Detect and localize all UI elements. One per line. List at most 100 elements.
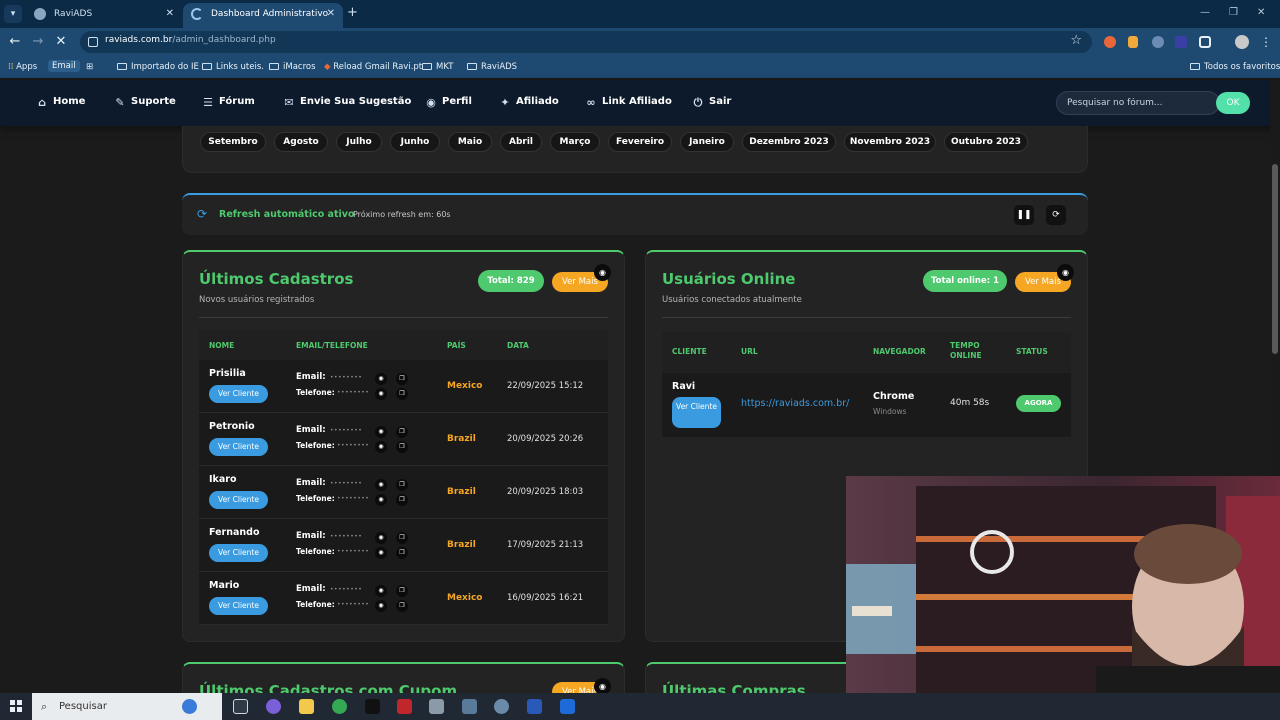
eye-icon[interactable]: ◉ [375,600,387,612]
stop-loading-icon[interactable]: ✕ [53,34,69,50]
month-pill[interactable]: Novembro 2023 [844,132,936,152]
copilot-icon[interactable] [266,699,281,714]
bookmark-reload-gmail[interactable]: ◆ Reload Gmail Ravi.pt [324,62,422,72]
nav-suporte[interactable]: ✎ Suporte [114,96,175,109]
bookmark-star-icon[interactable]: ☆ [1070,33,1082,48]
extension-globe-icon[interactable] [1152,36,1164,48]
month-pill[interactable]: Agosto [274,132,328,152]
capcut-icon[interactable] [365,699,380,714]
month-pill[interactable]: Janeiro [680,132,734,152]
nav-link-afiliado[interactable]: ∞ Link Afiliado [585,96,671,109]
scrollbar-thumb[interactable] [1272,164,1278,354]
extensions-puzzle-icon[interactable] [1199,36,1211,48]
nav-sugestao[interactable]: ✉ Envie Sua Sugestão [283,96,411,109]
tab-dashboard[interactable]: Dashboard Administrativo ✕ [183,3,343,28]
all-bookmarks[interactable]: Todos os favoritos [1190,62,1280,72]
bookmark-folder-imacros[interactable]: iMacros [269,62,316,72]
forum-search-input[interactable] [1056,91,1220,115]
eye-icon[interactable]: ◉ [1057,264,1074,281]
view-client-button[interactable]: Ver Cliente [209,385,268,403]
chrome-icon[interactable] [332,699,347,714]
eye-icon[interactable]: ◉ [375,388,387,400]
eye-icon[interactable]: ◉ [375,479,387,491]
copy-icon[interactable]: ❐ [396,547,408,559]
close-tab-icon[interactable]: ✕ [166,3,174,25]
view-client-button[interactable]: Ver Cliente [209,597,268,615]
close-tab-icon[interactable]: ✕ [327,3,335,25]
copy-icon[interactable]: ❐ [396,373,408,385]
view-client-button[interactable]: Ver Cliente [209,438,268,456]
browser-menu-icon[interactable]: ⋮ [1258,34,1274,50]
copy-icon[interactable]: ❐ [396,479,408,491]
app-icon[interactable] [429,699,444,714]
eye-icon[interactable]: ◉ [375,426,387,438]
month-pill[interactable]: Junho [390,132,440,152]
filezilla-icon[interactable] [397,699,412,714]
eye-icon[interactable]: ◉ [375,532,387,544]
app-blue-icon[interactable] [560,699,575,714]
file-explorer-icon[interactable] [299,699,314,714]
copy-icon[interactable]: ❐ [396,585,408,597]
copy-icon[interactable]: ❐ [396,426,408,438]
nav-forum[interactable]: ☰ Fórum [202,96,255,109]
copy-icon[interactable]: ❐ [396,600,408,612]
month-pill[interactable]: Dezembro 2023 [742,132,836,152]
forward-icon[interactable]: → [30,34,46,50]
bookmark-folder-mkt[interactable]: MKT [422,62,453,72]
bookmark-email[interactable]: Email [48,60,80,72]
minimize-icon[interactable]: — [1200,7,1210,18]
tab-search-icon[interactable]: ▾ [4,5,22,23]
bookmark-grid-icon[interactable]: ⊞ [86,62,93,72]
month-pill[interactable]: Outubro 2023 [944,132,1028,152]
view-client-button[interactable]: Ver Cliente [209,491,268,509]
refresh-now-button[interactable]: ⟳ [1046,205,1066,225]
windows-start-icon[interactable] [10,700,22,712]
tab-raviads[interactable]: RaviADS ✕ [26,3,182,28]
app-x-icon[interactable] [527,699,542,714]
extension-pen-icon[interactable] [1128,36,1138,48]
back-icon[interactable]: ← [7,34,23,50]
eye-icon[interactable]: ◉ [375,494,387,506]
widget-globe-icon[interactable] [182,699,197,714]
eye-icon[interactable]: ◉ [375,373,387,385]
nav-afiliado[interactable]: ✦ Afiliado [499,96,558,109]
client-url-link[interactable]: https://raviads.com.br/ [741,398,849,409]
new-tab-icon[interactable]: + [347,5,361,21]
extension-icon[interactable] [1104,36,1116,48]
pause-button[interactable]: ❚❚ [1014,205,1034,225]
window-close-icon[interactable]: ✕ [1257,7,1265,18]
client-name: Mario [209,580,240,591]
month-pill[interactable]: Fevereiro [608,132,672,152]
restore-icon[interactable]: ❐ [1229,7,1238,18]
month-pill[interactable]: Abril [500,132,542,152]
month-pill[interactable]: Julho [336,132,382,152]
copy-icon[interactable]: ❐ [396,532,408,544]
shield-icon[interactable] [494,699,509,714]
bookmark-apps[interactable]: ⁞⁞ Apps [8,62,37,72]
nav-home[interactable]: ⌂ Home [36,96,85,109]
copy-icon[interactable]: ❐ [396,494,408,506]
eye-icon[interactable]: ◉ [375,585,387,597]
address-bar[interactable]: raviads.com.br/admin_dashboard.php ☆ [80,31,1092,53]
month-pill[interactable]: Maio [448,132,492,152]
extension-pt-icon[interactable] [1175,36,1187,48]
calculator-icon[interactable] [462,699,477,714]
bookmark-folder-raviads[interactable]: RaviADS [467,62,517,72]
site-info-icon[interactable] [88,37,98,47]
bookmark-folder-importado[interactable]: Importado do IE [117,62,199,72]
month-pill[interactable]: Setembro [200,132,266,152]
nav-perfil[interactable]: ◉ Perfil [425,96,472,109]
forum-search-button[interactable]: OK [1216,92,1250,114]
view-client-button[interactable]: Ver Cliente [672,397,721,428]
copy-icon[interactable]: ❐ [396,441,408,453]
eye-icon[interactable]: ◉ [375,441,387,453]
nav-sair[interactable]: ⏻ Sair [692,96,732,109]
month-pill[interactable]: Março [550,132,600,152]
profile-avatar[interactable] [1235,35,1249,49]
task-view-icon[interactable] [233,699,248,714]
copy-icon[interactable]: ❐ [396,388,408,400]
bookmark-folder-links[interactable]: Links uteis. [202,62,264,72]
view-client-button[interactable]: Ver Cliente [209,544,268,562]
eye-icon[interactable]: ◉ [375,547,387,559]
eye-icon[interactable]: ◉ [594,264,611,281]
